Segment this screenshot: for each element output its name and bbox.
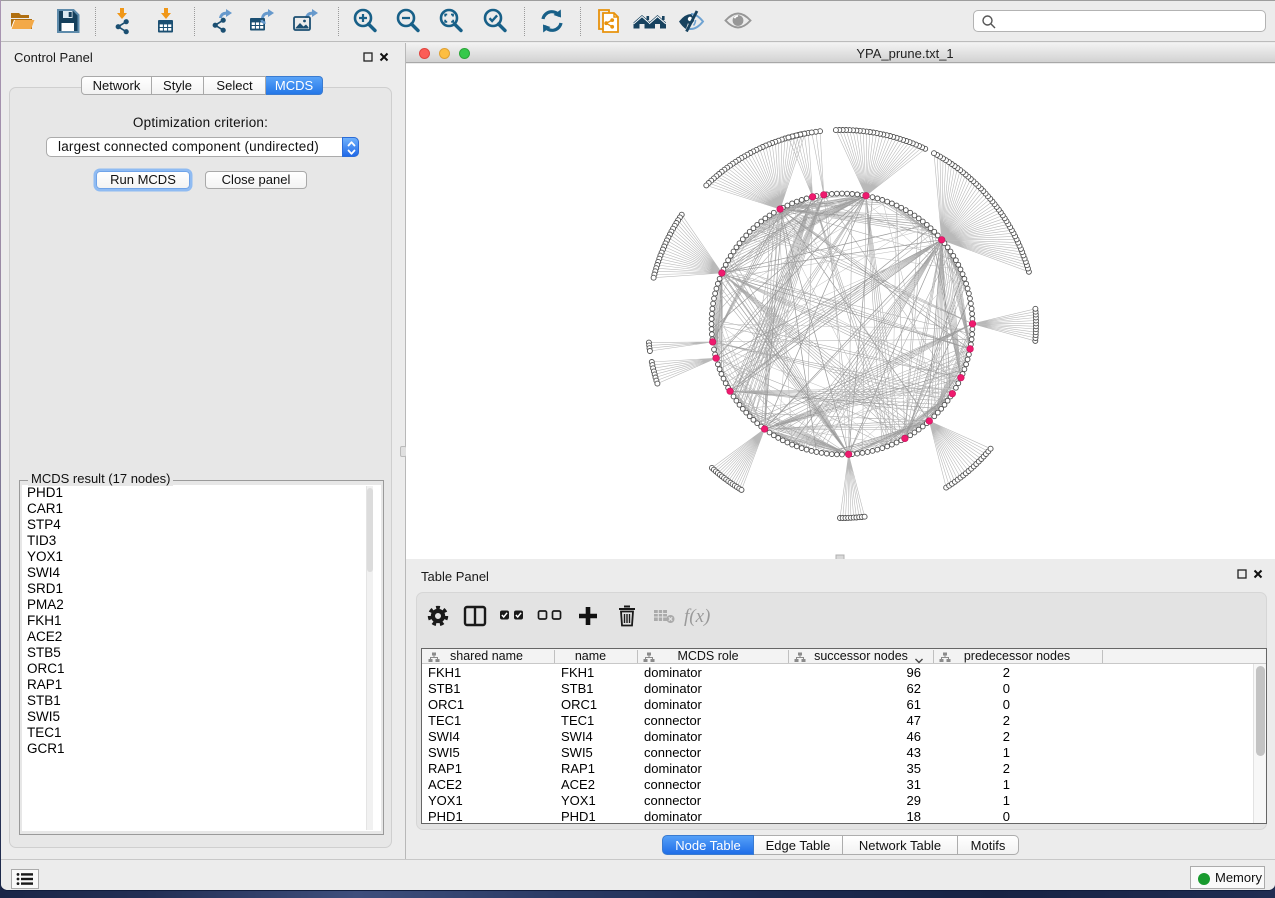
svg-text:f(x): f(x) xyxy=(684,606,710,627)
